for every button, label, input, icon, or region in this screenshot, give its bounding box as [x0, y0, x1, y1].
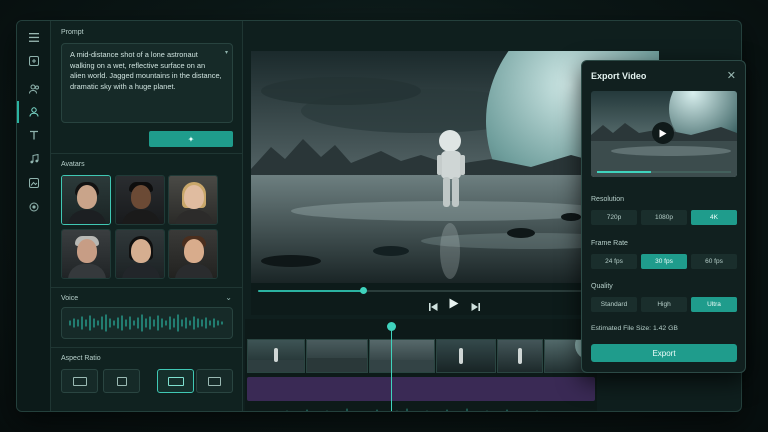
music-icon[interactable] [26, 151, 42, 167]
ratio-option-2[interactable] [103, 369, 140, 393]
play-icon [659, 129, 667, 137]
avatar-6[interactable] [168, 229, 218, 279]
photo-icon[interactable] [26, 175, 42, 191]
export-title: Export Video [591, 71, 647, 81]
voice-label: Voice [61, 295, 79, 302]
prompt-label: Prompt [61, 29, 84, 36]
preview-progress-fill [597, 171, 651, 173]
prompt-text: A mid-distance shot of a lone astronaut … [70, 50, 222, 91]
skip-back-icon[interactable] [429, 298, 438, 316]
avatar-1[interactable] [61, 175, 111, 225]
frame-rate-label: Frame Rate [591, 240, 628, 247]
preview-progress-track[interactable] [597, 171, 731, 173]
timeline-clip-4[interactable] [436, 339, 496, 373]
preview-play-button[interactable] [652, 122, 674, 144]
record-icon[interactable] [26, 199, 42, 215]
play-icon[interactable] [449, 296, 459, 314]
quality-label: Quality [591, 283, 613, 290]
left-panel: Prompt A mid-distance shot of a lone ast… [51, 21, 243, 411]
estimated-file-size: Estimated File Size: 1.42 GB [591, 325, 678, 332]
avatar-4[interactable] [61, 229, 111, 279]
voice-waveform[interactable] [61, 307, 233, 339]
ratio-option-1[interactable] [61, 369, 98, 393]
divider [51, 347, 243, 348]
generate-button[interactable]: ✦ [149, 131, 233, 147]
fps-option-30[interactable]: 30 fps [641, 254, 687, 269]
resize-handle-icon: ▾ [224, 50, 228, 56]
progress-fill [258, 290, 364, 292]
resolution-option-720p[interactable]: 720p [591, 210, 637, 225]
chevron-down-icon[interactable]: ⌄ [225, 293, 232, 302]
prompt-input[interactable]: A mid-distance shot of a lone astronaut … [61, 43, 233, 123]
icon-rail [17, 21, 51, 411]
ratio-option-3[interactable] [157, 369, 194, 393]
progress-handle[interactable] [360, 287, 368, 294]
menu-icon[interactable] [26, 29, 42, 45]
users-icon[interactable] [26, 81, 42, 97]
resolution-option-1080p[interactable]: 1080p [641, 210, 687, 225]
export-preview[interactable] [591, 91, 737, 177]
sparkle-icon: ✦ [187, 134, 195, 144]
avatar-5[interactable] [115, 229, 165, 279]
timeline[interactable] [245, 319, 597, 411]
resolution-label: Resolution [591, 196, 625, 203]
user-icon[interactable] [26, 104, 42, 120]
quality-option-ultra[interactable]: Ultra [691, 297, 737, 312]
export-dialog: Export Video ✕ Resolution 720p 1080p 4K … [581, 60, 746, 373]
quality-option-standard[interactable]: Standard [591, 297, 637, 312]
fps-option-60[interactable]: 60 fps [691, 254, 737, 269]
avatar-3[interactable] [168, 175, 218, 225]
avatar-2[interactable] [115, 175, 165, 225]
divider [51, 153, 243, 154]
text-icon[interactable] [26, 127, 42, 143]
playhead-handle[interactable] [387, 322, 396, 331]
timeline-clip-3[interactable] [369, 339, 435, 373]
image-icon[interactable] [26, 53, 42, 69]
progress-track[interactable] [258, 287, 598, 294]
timeline-clip-2[interactable] [306, 339, 368, 373]
export-button[interactable]: Export [591, 344, 737, 362]
audio-track[interactable] [247, 377, 595, 401]
ratio-option-4[interactable] [196, 369, 233, 393]
skip-forward-icon[interactable] [471, 298, 480, 316]
resolution-option-4k[interactable]: 4K [691, 210, 737, 225]
timeline-clip-5[interactable] [497, 339, 543, 373]
avatars-label: Avatars [61, 161, 85, 168]
close-icon[interactable]: ✕ [727, 69, 736, 82]
waveform-graphic [69, 314, 223, 332]
playhead[interactable] [391, 325, 392, 411]
quality-option-high[interactable]: High [641, 297, 687, 312]
aspect-ratio-label: Aspect Ratio [61, 355, 101, 362]
fps-option-24[interactable]: 24 fps [591, 254, 637, 269]
avatar-grid [61, 175, 233, 279]
divider [51, 287, 243, 288]
timeline-clip-1[interactable] [247, 339, 305, 373]
active-indicator [17, 101, 19, 123]
audio-waveform-track[interactable] [247, 405, 595, 411]
